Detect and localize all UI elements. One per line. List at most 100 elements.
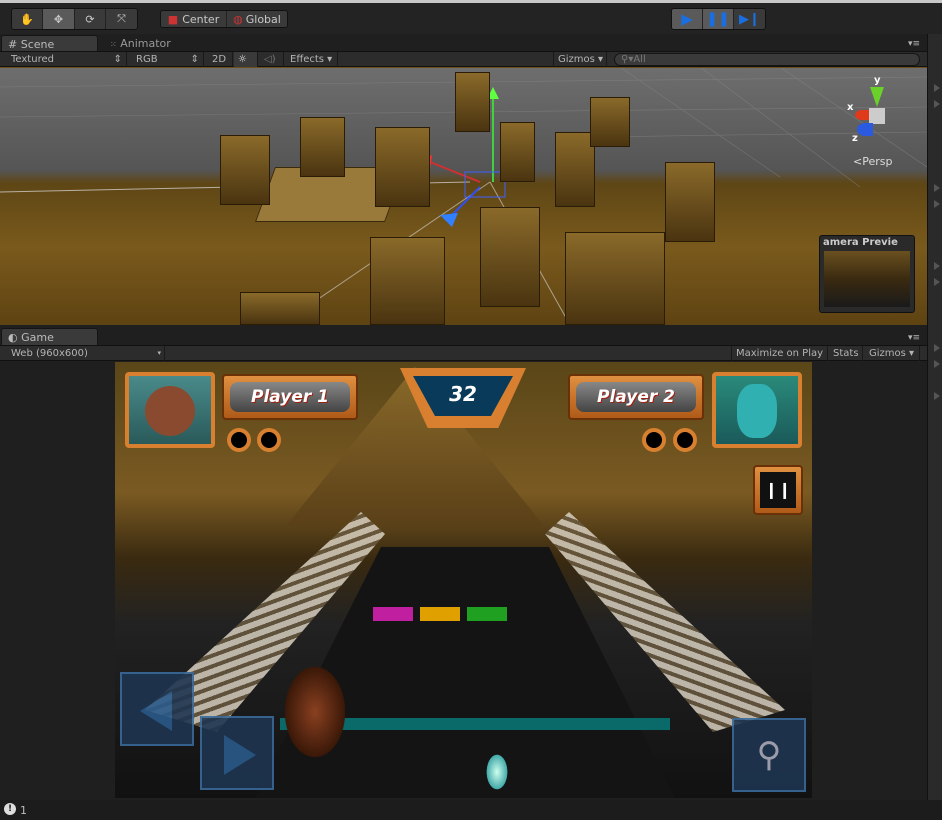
toggle-2d-button[interactable]: 2D — [208, 52, 233, 67]
game-icon: ◐ — [8, 331, 18, 344]
orientation-gizmo[interactable]: y x z <Persp — [845, 75, 915, 175]
panel-menu-icon[interactable]: ▾≡ — [908, 333, 920, 343]
expand-arrow-icon[interactable] — [934, 278, 940, 286]
transform-tools: ✋ ✥ ⟳ ⤧ — [11, 8, 138, 30]
colored-tile — [420, 607, 460, 621]
scene-building — [665, 162, 715, 242]
player1-avatar — [125, 372, 215, 448]
player1-label: Player 1 — [230, 382, 350, 412]
axis-y-cone[interactable] — [870, 87, 884, 107]
pivot-global-button[interactable]: ◍ Global — [227, 11, 287, 27]
pivot-controls: ■ Center ◍ Global — [160, 10, 288, 28]
monkey-portrait — [145, 386, 195, 436]
expand-arrow-icon[interactable] — [934, 184, 940, 192]
player2-label: Player 2 — [576, 382, 696, 412]
tab-game[interactable]: ◐ Game — [1, 328, 98, 345]
player2-panel: Player 2 — [568, 374, 704, 420]
play-icon[interactable]: ▶ — [672, 9, 703, 29]
alien-portrait — [737, 384, 777, 438]
monkey-character — [285, 667, 345, 757]
expand-arrow-icon[interactable] — [934, 360, 940, 368]
scene-building — [375, 127, 430, 207]
rotate-icon[interactable]: ⟳ — [75, 9, 106, 29]
pause-icon[interactable]: ❚❚ — [703, 9, 734, 29]
axis-x-cone[interactable] — [855, 110, 869, 120]
scale-icon[interactable]: ⤧ — [106, 9, 137, 29]
channel-dropdown[interactable]: RGB ⇕ — [132, 52, 204, 67]
game-viewport[interactable]: Player 1 32 Player 2 ❙❙ ⚲ — [115, 362, 812, 798]
move-right-button[interactable] — [200, 716, 274, 790]
scene-building — [480, 207, 540, 307]
scene-building — [455, 72, 490, 132]
audio-toggle-icon[interactable]: ◁) — [260, 52, 284, 67]
expand-arrow-icon[interactable] — [934, 100, 940, 108]
camera-preview: amera Previe — [819, 235, 915, 313]
tab-animator[interactable]: ⁙ Animator — [104, 35, 177, 52]
expand-arrow-icon[interactable] — [934, 262, 940, 270]
search-icon: ⚲▾ — [621, 54, 634, 65]
stats-toggle[interactable]: Stats — [829, 346, 863, 361]
resolution-dropdown[interactable]: Web (960x600) ▾ — [7, 346, 165, 361]
hand-icon[interactable]: ✋ — [12, 9, 43, 29]
player1-life-ring — [257, 428, 281, 452]
scene-building — [220, 135, 270, 205]
expand-arrow-icon[interactable] — [934, 200, 940, 208]
pause-icon: ❙❙ — [760, 472, 796, 508]
dropdown-arrows-icon: ⇕ — [190, 54, 199, 65]
player2-life-ring — [642, 428, 666, 452]
game-tab-bar: ◐ Game ▾≡ — [0, 327, 927, 345]
axis-z-cone[interactable] — [857, 123, 873, 136]
scene-tab-bar: # Scene ⁙ Animator ▾≡ — [0, 34, 927, 52]
projection-label[interactable]: <Persp — [853, 155, 892, 168]
scene-viewport[interactable]: y x z <Persp amera Previe — [0, 67, 927, 325]
scene-building — [590, 97, 630, 147]
tab-scene[interactable]: # Scene — [1, 35, 98, 52]
console-count[interactable]: 1 — [20, 804, 27, 817]
camera-preview-image — [824, 251, 910, 307]
scene-building — [555, 132, 595, 207]
expand-arrow-icon[interactable] — [934, 344, 940, 352]
scene-control-bar: Textured ⇕ RGB ⇕ 2D ☼ ◁) Effects ▾ Gizmos … — [0, 51, 927, 67]
panel-menu-icon[interactable]: ▾≡ — [908, 39, 920, 49]
scene-building — [370, 237, 445, 325]
expand-arrow-icon[interactable] — [934, 392, 940, 400]
player2-avatar — [712, 372, 802, 448]
scene-search-input[interactable]: ⚲▾All — [614, 53, 920, 66]
side-dock — [927, 34, 942, 800]
plunger-icon: ⚲ — [756, 735, 782, 775]
scene-gizmos-dropdown[interactable]: Gizmos ▾ — [553, 52, 607, 67]
colored-tile — [467, 607, 507, 621]
pivot-center-button[interactable]: ■ Center — [161, 11, 227, 27]
expand-arrow-icon[interactable] — [934, 84, 940, 92]
effects-dropdown[interactable]: Effects ▾ — [286, 52, 338, 67]
game-control-bar: Web (960x600) ▾ Maximize on Play Stats Gi… — [0, 345, 927, 361]
chevron-down-icon: ▾ — [157, 349, 161, 357]
game-gizmos-dropdown[interactable]: Gizmos ▾ — [865, 346, 920, 361]
gizmo-cube[interactable] — [869, 108, 885, 124]
action-button[interactable]: ⚲ — [732, 718, 806, 792]
colored-tile — [373, 607, 413, 621]
player1-life-ring — [227, 428, 251, 452]
lighting-toggle-icon[interactable]: ☼ — [234, 52, 258, 67]
player-character — [485, 752, 509, 792]
step-icon[interactable]: ▶❙ — [734, 9, 765, 29]
playback-controls: ▶ ❚❚ ▶❙ — [671, 8, 766, 30]
status-bar: ! 1 — [0, 800, 942, 820]
scene-building — [500, 122, 535, 182]
pivot-icon: ■ — [167, 12, 179, 26]
move-icon[interactable]: ✥ — [43, 9, 75, 29]
info-icon[interactable]: ! — [4, 803, 16, 815]
grid-icon: # — [8, 38, 18, 51]
scene-building — [300, 117, 345, 177]
player1-panel: Player 1 — [222, 374, 358, 420]
move-left-button[interactable] — [120, 672, 194, 746]
arrow-right-icon — [224, 735, 256, 775]
scene-building — [240, 292, 320, 325]
maximize-on-play-toggle[interactable]: Maximize on Play — [731, 346, 828, 361]
main-toolbar: ✋ ✥ ⟳ ⤧ ■ Center ◍ Global ▶ ❚❚ ▶❙ — [0, 3, 942, 34]
arrow-left-icon — [140, 691, 172, 731]
render-mode-dropdown[interactable]: Textured ⇕ — [7, 52, 127, 67]
scene-building — [565, 232, 665, 325]
pause-button[interactable]: ❙❙ — [753, 465, 803, 515]
player2-life-ring — [673, 428, 697, 452]
